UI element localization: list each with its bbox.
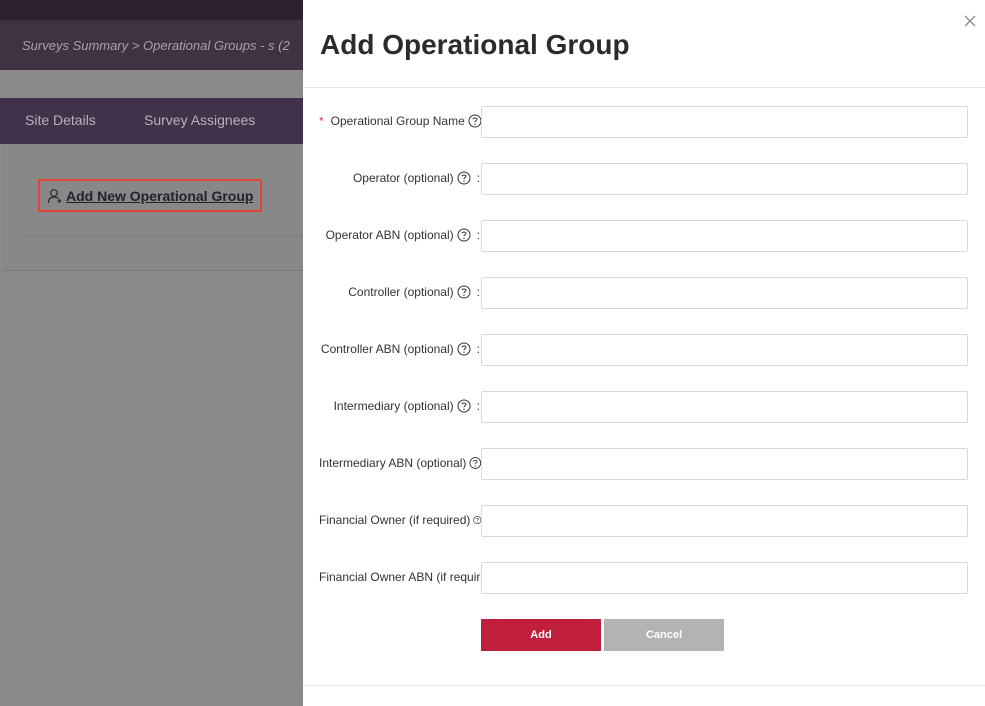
add-user-icon <box>47 188 62 203</box>
field-label: Intermediary (optional) : <box>334 399 480 413</box>
divider <box>25 235 315 236</box>
modal-footer-divider <box>303 685 985 686</box>
cancel-button[interactable]: Cancel <box>604 619 724 651</box>
required-marker: * <box>319 114 324 128</box>
field-label-text: Operational Group Name <box>330 114 465 128</box>
add-new-operational-group-label: Add New Operational Group <box>66 187 254 204</box>
field-label-text: Controller ABN (optional) <box>320 342 454 356</box>
field-label-text: Controller (optional) <box>348 285 454 299</box>
field-label: Operator (optional) : <box>353 171 480 185</box>
field-label: Intermediary ABN (optional) <box>319 456 482 470</box>
field-label: Financial Owner ABN (if required) <box>319 570 482 584</box>
add-operational-group-modal: Add Operational Group * Operational Grou… <box>303 0 985 706</box>
form-row-intermediary: Intermediary (optional) : <box>303 391 985 423</box>
operator-abn-input[interactable] <box>481 220 968 252</box>
breadcrumb: Surveys Summary > Operational Groups - s… <box>22 38 290 53</box>
help-icon[interactable] <box>457 342 471 356</box>
field-label-text: Intermediary ABN (optional) <box>319 456 467 470</box>
colon: : <box>476 171 480 185</box>
field-label: Operator ABN (optional) : <box>326 228 480 242</box>
field-label-text: Operator ABN (optional) <box>325 228 454 242</box>
field-label: * Operational Group Name <box>319 114 482 128</box>
form-row-operational-group-name: * Operational Group Name <box>303 106 985 138</box>
add-button[interactable]: Add <box>481 619 601 651</box>
help-icon[interactable] <box>457 399 471 413</box>
colon: : <box>476 399 480 413</box>
controller-abn-input[interactable] <box>481 334 968 366</box>
field-label: Financial Owner (if required) <box>319 513 482 527</box>
form-row-financial-owner: Financial Owner (if required) <box>303 505 985 537</box>
colon: : <box>476 285 480 299</box>
form-row-intermediary-abn: Intermediary ABN (optional) <box>303 448 985 480</box>
help-icon[interactable] <box>468 114 482 128</box>
controller-input[interactable] <box>481 277 968 309</box>
form-row-controller: Controller (optional) : <box>303 277 985 309</box>
help-icon[interactable] <box>457 228 471 242</box>
tab-site-details[interactable]: Site Details <box>25 112 96 128</box>
operational-group-name-input[interactable] <box>481 106 968 138</box>
colon: : <box>476 228 480 242</box>
field-label-text: Intermediary (optional) <box>333 399 454 413</box>
field-label-text: Financial Owner ABN (if required) <box>319 570 482 584</box>
help-icon[interactable] <box>457 285 471 299</box>
financial-owner-abn-input[interactable] <box>481 562 968 594</box>
modal-title: Add Operational Group <box>320 29 630 60</box>
financial-owner-input[interactable] <box>481 505 968 537</box>
form-row-controller-abn: Controller ABN (optional) : <box>303 334 985 366</box>
form-row-operator-abn: Operator ABN (optional) : <box>303 220 985 252</box>
form-row-financial-owner-abn: Financial Owner ABN (if required) <box>303 562 985 594</box>
field-label-text: Financial Owner (if required) <box>319 513 471 527</box>
operator-input[interactable] <box>481 163 968 195</box>
form-row-operator: Operator (optional) : <box>303 163 985 195</box>
intermediary-abn-input[interactable] <box>481 448 968 480</box>
colon: : <box>476 342 480 356</box>
field-label: Controller (optional) : <box>348 285 480 299</box>
tab-survey-assignees[interactable]: Survey Assignees <box>144 112 255 128</box>
field-label-text: Operator (optional) <box>352 171 454 185</box>
help-icon[interactable] <box>457 171 471 185</box>
field-label: Controller ABN (optional) : <box>321 342 480 356</box>
add-new-operational-group-link[interactable]: Add New Operational Group <box>38 179 262 212</box>
intermediary-input[interactable] <box>481 391 968 423</box>
modal-header: Add Operational Group <box>303 0 985 88</box>
close-icon[interactable] <box>963 14 977 28</box>
